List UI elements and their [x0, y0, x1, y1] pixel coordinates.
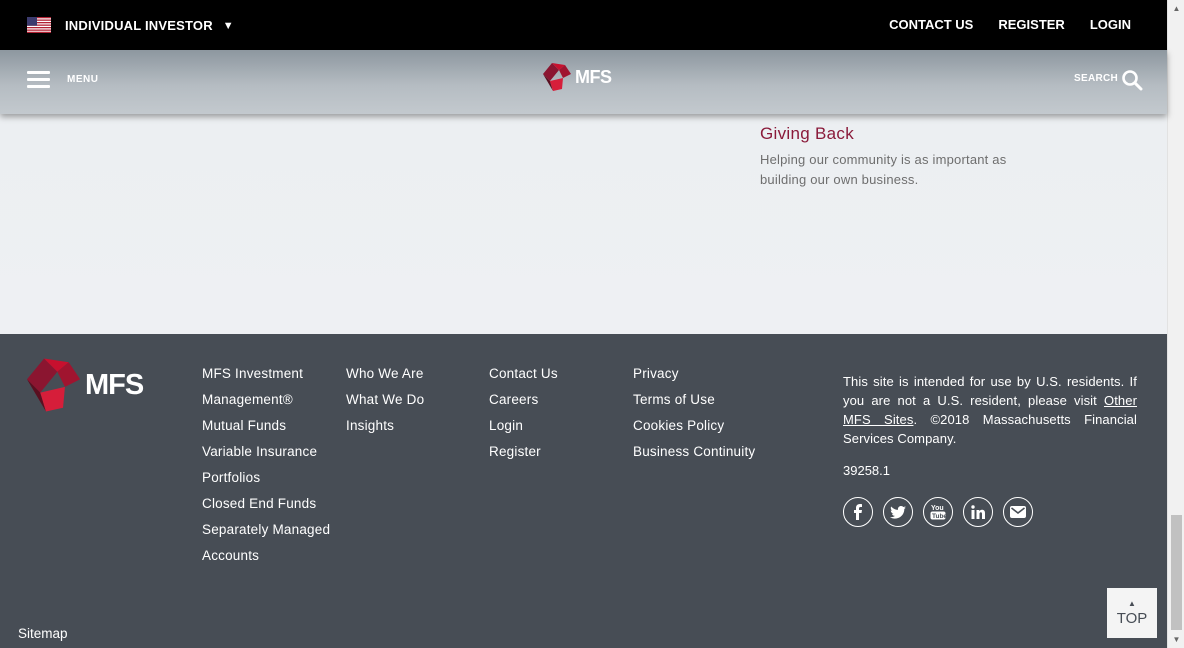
back-to-top-button[interactable]: ▲ TOP — [1107, 588, 1157, 638]
footer-column-about: Who We Are What We Do Insights — [346, 361, 424, 439]
top-bar: INDIVIDUAL INVESTOR ▼ CONTACT US REGISTE… — [0, 0, 1167, 50]
footer-column-products: MFS Investment Management® Mutual Funds … — [202, 361, 337, 569]
investor-type-label: INDIVIDUAL INVESTOR — [65, 18, 213, 33]
scrollbar-thumb[interactable] — [1171, 515, 1182, 630]
footer-column-legal: Privacy Terms of Use Cookies Policy Busi… — [633, 361, 755, 465]
hamburger-menu-icon[interactable] — [27, 71, 50, 89]
footer-link-business-continuity[interactable]: Business Continuity — [633, 439, 755, 465]
search-label[interactable]: SEARCH — [1074, 73, 1118, 84]
footer-link-mfs-investment-management[interactable]: MFS Investment Management® — [202, 361, 337, 413]
footer-link-careers[interactable]: Careers — [489, 387, 558, 413]
email-icon[interactable] — [1003, 497, 1033, 527]
twitter-icon[interactable] — [883, 497, 913, 527]
investor-type-dropdown[interactable]: INDIVIDUAL INVESTOR ▼ — [65, 18, 234, 33]
login-link[interactable]: LOGIN — [1090, 17, 1131, 32]
footer-link-privacy[interactable]: Privacy — [633, 361, 755, 387]
footer-link-who-we-are[interactable]: Who We Are — [346, 361, 424, 387]
page-scrollbar[interactable]: ▲ ▼ — [1167, 0, 1184, 648]
scroll-up-arrow-icon[interactable]: ▲ — [1168, 0, 1184, 17]
sitemap-link[interactable]: Sitemap — [18, 626, 68, 641]
register-link[interactable]: REGISTER — [998, 17, 1064, 32]
menu-label[interactable]: MENU — [67, 74, 98, 85]
footer: MFS MFS Investment Management® Mutual Fu… — [0, 334, 1167, 648]
facebook-icon[interactable] — [843, 497, 873, 527]
caret-down-icon: ▼ — [222, 19, 234, 32]
footer-link-contact-us[interactable]: Contact Us — [489, 361, 558, 387]
contact-us-link[interactable]: CONTACT US — [889, 17, 973, 32]
arrow-up-icon: ▲ — [1128, 598, 1136, 608]
mfs-logo-mark-icon — [543, 63, 571, 91]
footer-column-account: Contact Us Careers Login Register — [489, 361, 558, 465]
footer-logo-text: MFS — [85, 368, 144, 401]
svg-text:You: You — [931, 505, 944, 512]
mfs-logo-mark-icon — [27, 358, 81, 412]
footer-link-variable-insurance-portfolios[interactable]: Variable Insurance Portfolios — [202, 439, 337, 491]
content-area: Giving Back Helping our community is as … — [0, 114, 1167, 334]
mfs-logo[interactable]: MFS — [543, 62, 612, 92]
footer-link-what-we-do[interactable]: What We Do — [346, 387, 424, 413]
footer-link-terms-of-use[interactable]: Terms of Use — [633, 387, 755, 413]
youtube-icon[interactable]: You Tube — [923, 497, 953, 527]
linkedin-icon[interactable] — [963, 497, 993, 527]
main-header: MENU MFS SEARCH — [0, 50, 1167, 114]
svg-text:Tube: Tube — [932, 513, 946, 520]
footer-link-mutual-funds[interactable]: Mutual Funds — [202, 413, 337, 439]
giving-back-text: Helping our community is as important as… — [760, 152, 1007, 187]
footer-disclaimer: This site is intended for use by U.S. re… — [843, 372, 1137, 448]
footer-link-register[interactable]: Register — [489, 439, 558, 465]
footer-link-cookies-policy[interactable]: Cookies Policy — [633, 413, 755, 439]
disclaimer-text-pre: This site is intended for use by U.S. re… — [843, 374, 1137, 408]
giving-back-title[interactable]: Giving Back — [760, 124, 854, 144]
footer-link-login[interactable]: Login — [489, 413, 558, 439]
footer-link-closed-end-funds[interactable]: Closed End Funds — [202, 491, 337, 517]
footer-mfs-logo[interactable]: MFS — [27, 358, 144, 412]
scroll-down-arrow-icon[interactable]: ▼ — [1168, 631, 1184, 648]
header-logo-text: MFS — [575, 66, 612, 87]
document-code: 39258.1 — [843, 463, 890, 478]
search-icon[interactable] — [1121, 69, 1143, 91]
top-links: CONTACT US REGISTER LOGIN — [889, 17, 1131, 32]
footer-link-separately-managed-accounts[interactable]: Separately Managed Accounts — [202, 517, 337, 569]
us-flag-icon — [27, 17, 51, 33]
footer-link-insights[interactable]: Insights — [346, 413, 424, 439]
social-links: You Tube — [843, 497, 1033, 527]
top-label: TOP — [1116, 609, 1148, 627]
